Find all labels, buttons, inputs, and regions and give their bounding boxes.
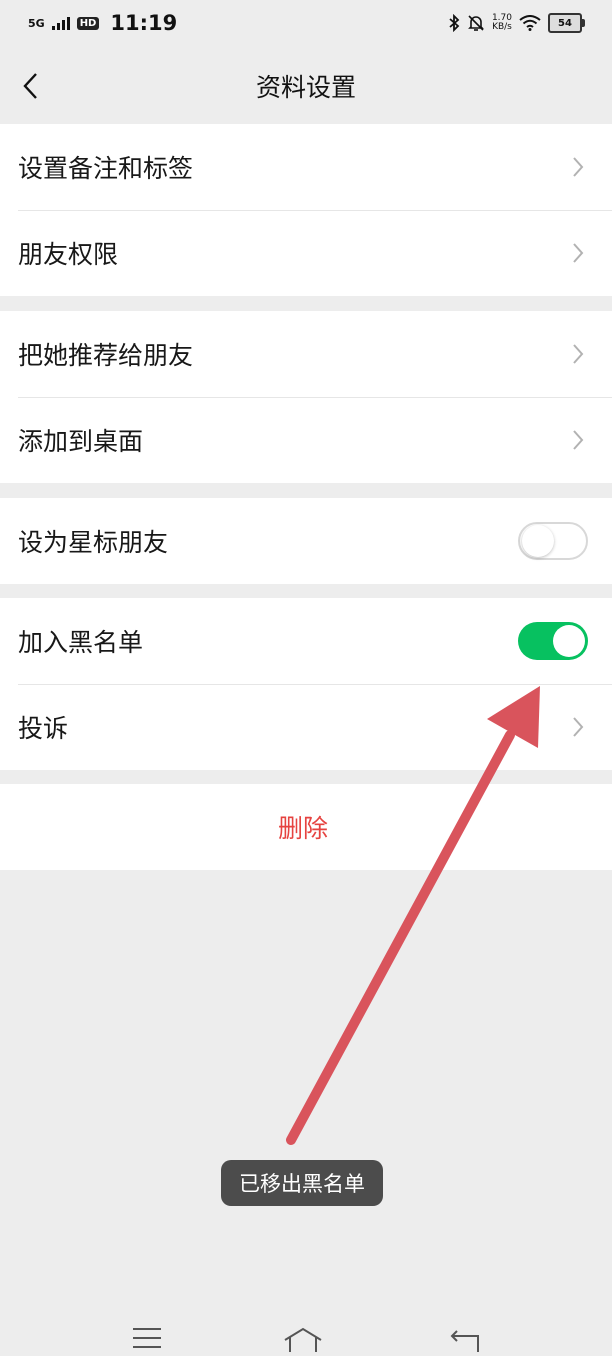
row-complain[interactable]: 投诉 [0, 684, 612, 770]
bluetooth-icon [449, 14, 460, 32]
blacklist-toggle[interactable] [518, 622, 588, 660]
toggle-knob [522, 525, 554, 557]
battery-level: 54 [558, 17, 572, 29]
status-bar: 5G HD 11:19 1.70 KB/s 54 [0, 0, 612, 46]
chevron-right-icon [572, 155, 588, 179]
row-label: 朋友权限 [18, 240, 119, 269]
network-type: 5G [28, 16, 45, 30]
settings-group-star: 设为星标朋友 [0, 498, 612, 584]
status-right: 1.70 KB/s 54 [448, 13, 585, 33]
chevron-right-icon [572, 428, 588, 452]
row-blacklist: 加入黑名单 [0, 598, 612, 684]
row-star-friend: 设为星标朋友 [0, 498, 612, 584]
star-friend-toggle[interactable] [518, 522, 588, 560]
chevron-right-icon [572, 342, 588, 366]
row-label: 设为星标朋友 [18, 528, 169, 557]
row-label: 加入黑名单 [18, 628, 144, 657]
chevron-right-icon [572, 241, 588, 265]
row-recommend-to-friend[interactable]: 把她推荐给朋友 [0, 311, 612, 397]
row-friend-permissions[interactable]: 朋友权限 [0, 210, 612, 296]
toast-message: 已移出黑名单 [221, 1160, 383, 1206]
toggle-knob [553, 625, 585, 657]
page-title: 资料设置 [255, 73, 356, 102]
clock: 11:19 [110, 11, 178, 35]
mute-bell-icon [468, 15, 484, 31]
row-label: 设置备注和标签 [18, 154, 194, 183]
navigation-bar: 资料设置 [0, 50, 612, 122]
row-add-to-desktop[interactable]: 添加到桌面 [0, 397, 612, 483]
system-navigation-bar [0, 1318, 612, 1353]
row-remarks-tags[interactable]: 设置备注和标签 [0, 124, 612, 210]
signal-icon [51, 17, 70, 30]
settings-group-remarks: 设置备注和标签 朋友权限 [0, 124, 612, 296]
network-speed-unit: KB/s [492, 22, 512, 32]
chevron-right-icon [572, 715, 588, 739]
battery-icon: 54 [548, 13, 585, 33]
back-button[interactable] [10, 64, 50, 108]
back-icon[interactable] [449, 1326, 481, 1356]
wifi-icon [519, 15, 541, 31]
row-label: 投诉 [18, 714, 69, 743]
row-label: 添加到桌面 [18, 427, 144, 456]
delete-button[interactable]: 删除 [0, 784, 612, 870]
home-icon[interactable] [283, 1326, 323, 1356]
row-label: 把她推荐给朋友 [18, 341, 194, 370]
menu-icon[interactable] [132, 1326, 162, 1352]
settings-group-share: 把她推荐给朋友 添加到桌面 [0, 311, 612, 483]
status-left: 5G HD 11:19 [28, 11, 177, 35]
chevron-left-icon [23, 73, 37, 99]
hd-badge: HD [76, 16, 100, 30]
settings-group-blacklist: 加入黑名单 投诉 [0, 598, 612, 770]
network-speed: 1.70 KB/s [492, 14, 512, 32]
delete-group: 删除 [0, 784, 612, 870]
delete-label: 删除 [277, 814, 328, 843]
